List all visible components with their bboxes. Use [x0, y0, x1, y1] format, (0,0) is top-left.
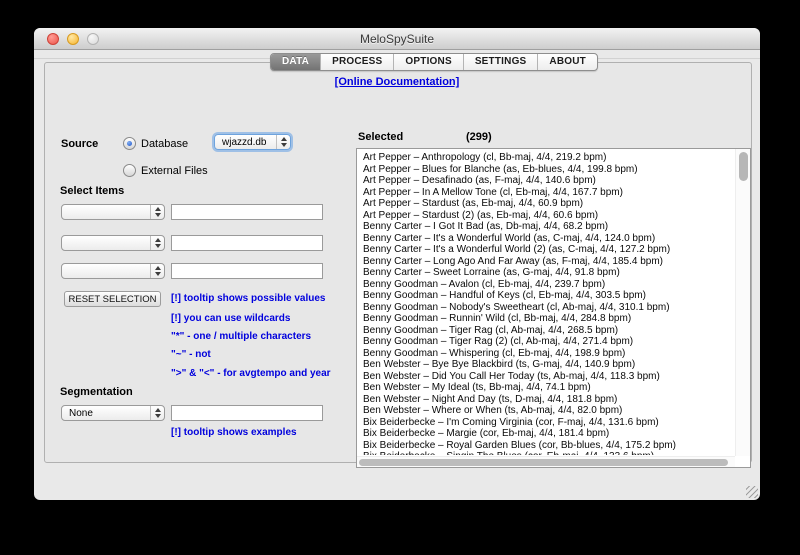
list-item[interactable]: Benny Goodman – Tiger Rag (cl, Ab-maj, 4…	[363, 325, 734, 337]
database-radio[interactable]	[123, 137, 136, 150]
segmentation-select-value: None	[69, 408, 93, 419]
hint-gt-lt: ">" & "<" - for avgtempo and year	[171, 368, 331, 379]
list-item[interactable]: Ben Webster – My Ideal (ts, Bb-maj, 4/4,…	[363, 382, 734, 394]
tab[interactable]: PROCESS	[320, 54, 393, 70]
list-item[interactable]: Benny Goodman – Runnin' Wild (cl, Bb-maj…	[363, 313, 734, 325]
list-item[interactable]: Ben Webster – Night And Day (ts, D-maj, …	[363, 394, 734, 406]
list-item[interactable]: Benny Carter – Long Ago And Far Away (as…	[363, 256, 734, 268]
tab[interactable]: SETTINGS	[463, 54, 538, 70]
list-item[interactable]: Benny Goodman – Tiger Rag (2) (cl, Ab-ma…	[363, 336, 734, 348]
list-item[interactable]: Art Pepper – Blues for Blanche (as, Eb-b…	[363, 164, 734, 176]
list-item[interactable]: Benny Carter – It's a Wonderful World (a…	[363, 233, 734, 245]
hint-asterisk: "*" - one / multiple characters	[171, 331, 311, 342]
list-rows: Art Pepper – Anthropology (cl, Bb-maj, 4…	[358, 150, 734, 455]
filter-input-1[interactable]	[171, 204, 323, 220]
chevron-updown-icon	[276, 135, 290, 149]
horizontal-scrollbar[interactable]	[357, 456, 735, 467]
list-item[interactable]: Art Pepper – Stardust (as, Eb-maj, 4/4, …	[363, 198, 734, 210]
tab[interactable]: OPTIONS	[393, 54, 462, 70]
database-radio-label[interactable]: Database	[141, 138, 188, 150]
segmentation-section-label: Segmentation	[60, 386, 133, 398]
filter-input-3[interactable]	[171, 263, 323, 279]
list-item[interactable]: Benny Carter – Sweet Lorraine (as, G-maj…	[363, 267, 734, 279]
list-item[interactable]: Ben Webster – Bye Bye Blackbird (ts, G-m…	[363, 359, 734, 371]
list-item[interactable]: Benny Goodman – Avalon (cl, Eb-maj, 4/4,…	[363, 279, 734, 291]
online-documentation-link[interactable]: [Online Documentation]	[34, 72, 760, 90]
filter-select-1[interactable]	[61, 204, 165, 220]
hint-wildcards: [!] you can use wildcards	[171, 313, 290, 324]
selected-solos-list[interactable]: Art Pepper – Anthropology (cl, Bb-maj, 4…	[356, 148, 751, 468]
chevron-updown-icon	[150, 205, 164, 219]
chevron-updown-icon	[150, 236, 164, 250]
app-window: MeloSpySuite Source Database wjazzd.db E…	[34, 28, 760, 500]
list-item[interactable]: Benny Carter – I Got It Bad (as, Db-maj,…	[363, 221, 734, 233]
online-documentation-link-text[interactable]: [Online Documentation]	[335, 76, 460, 88]
filter-select-2[interactable]	[61, 235, 165, 251]
window-title: MeloSpySuite	[34, 32, 760, 46]
chevron-updown-icon	[150, 406, 164, 420]
filter-select-3[interactable]	[61, 263, 165, 279]
segmentation-select[interactable]: None	[61, 405, 165, 421]
horizontal-scrollbar-thumb[interactable]	[359, 459, 728, 466]
chevron-updown-icon	[150, 264, 164, 278]
segmentation-input[interactable]	[171, 405, 323, 421]
list-item[interactable]: Bix Beiderbecke – Singin The Blues (cor,…	[363, 451, 734, 455]
external-files-radio-label[interactable]: External Files	[141, 165, 208, 177]
tab[interactable]: DATA	[271, 54, 320, 70]
list-item[interactable]: Bix Beiderbecke – I'm Coming Virginia (c…	[363, 417, 734, 429]
list-item[interactable]: Ben Webster – Did You Call Her Today (ts…	[363, 371, 734, 383]
list-item[interactable]: Art Pepper – Anthropology (cl, Bb-maj, 4…	[363, 152, 734, 164]
hint-tilde: "~" - not	[171, 349, 211, 360]
title-bar[interactable]: MeloSpySuite	[34, 28, 760, 50]
list-item[interactable]: Benny Goodman – Nobody's Sweetheart (cl,…	[363, 302, 734, 314]
select-items-section-label: Select Items	[60, 185, 124, 197]
vertical-scrollbar-thumb[interactable]	[739, 152, 748, 181]
list-item[interactable]: Art Pepper – In A Mellow Tone (cl, Eb-ma…	[363, 187, 734, 199]
database-select-value: wjazzd.db	[222, 137, 266, 148]
source-section-label: Source	[61, 138, 98, 150]
selected-count: (299)	[466, 131, 492, 143]
external-files-radio[interactable]	[123, 164, 136, 177]
reset-selection-button[interactable]: RESET SELECTION	[64, 291, 161, 307]
resize-grip-icon[interactable]	[746, 486, 758, 498]
selected-list-label: Selected	[358, 131, 403, 143]
tab[interactable]: ABOUT	[537, 54, 597, 70]
list-item[interactable]: Bix Beiderbecke – Margie (cor, Eb-maj, 4…	[363, 428, 734, 440]
list-item[interactable]: Benny Carter – It's a Wonderful World (2…	[363, 244, 734, 256]
hint-segmentation-examples: [!] tooltip shows examples	[171, 427, 297, 438]
list-item[interactable]: Benny Goodman – Handful of Keys (cl, Eb-…	[363, 290, 734, 302]
list-item[interactable]: Benny Goodman – Whispering (cl, Eb-maj, …	[363, 348, 734, 360]
database-select[interactable]: wjazzd.db	[214, 134, 291, 150]
tab-content-pane: Source Database wjazzd.db External Files…	[44, 62, 752, 463]
filter-input-2[interactable]	[171, 235, 323, 251]
vertical-scrollbar[interactable]	[735, 149, 750, 456]
list-item[interactable]: Art Pepper – Stardust (2) (as, Eb-maj, 4…	[363, 210, 734, 222]
list-item[interactable]: Art Pepper – Desafinado (as, F-maj, 4/4,…	[363, 175, 734, 187]
hint-possible-values: [!] tooltip shows possible values	[171, 293, 325, 304]
list-item[interactable]: Bix Beiderbecke – Royal Garden Blues (co…	[363, 440, 734, 452]
scrollbar-corner	[735, 456, 750, 467]
list-item[interactable]: Ben Webster – Where or When (ts, Ab-maj,…	[363, 405, 734, 417]
tab-bar: DATAPROCESSOPTIONSSETTINGSABOUT	[270, 53, 598, 71]
